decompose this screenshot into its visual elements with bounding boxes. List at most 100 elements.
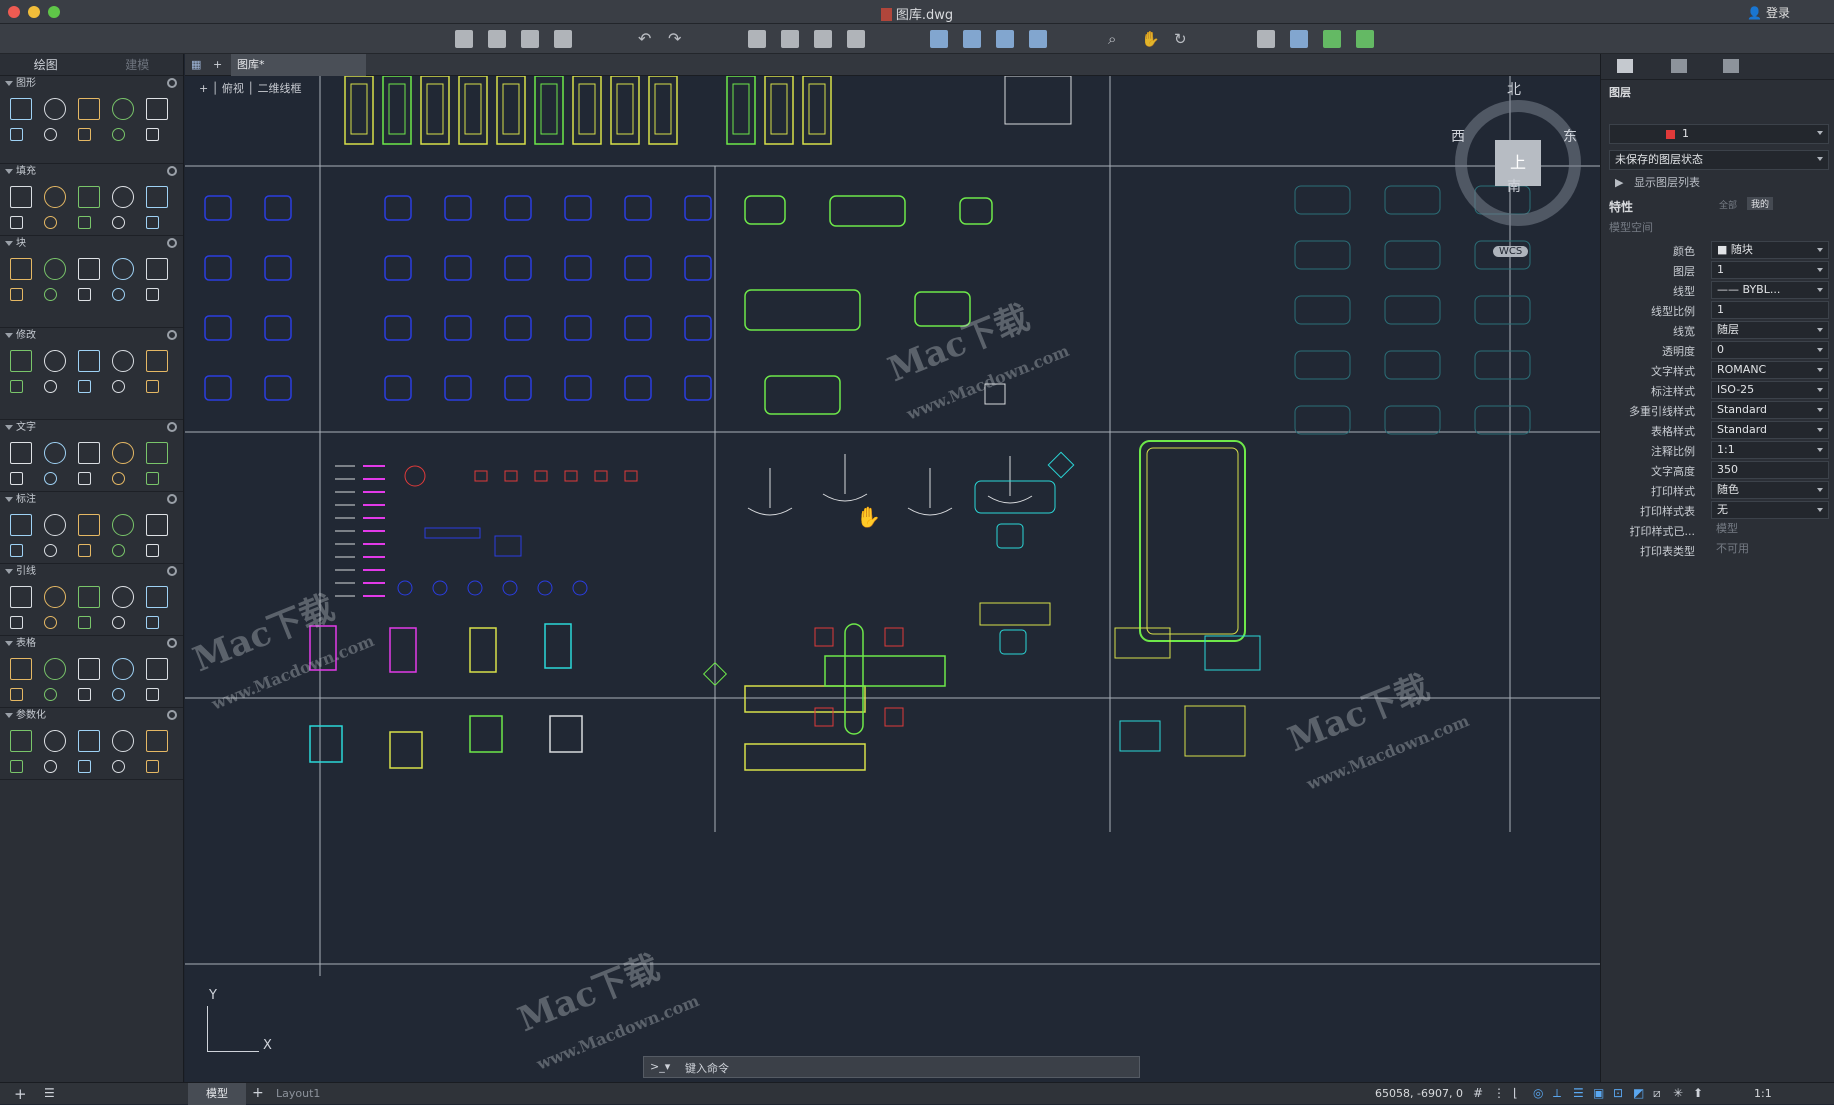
tool-icon[interactable]	[78, 544, 91, 557]
attach-icon[interactable]	[1029, 30, 1047, 48]
status-toggle-icon[interactable]: ⋮	[1493, 1086, 1505, 1100]
section-header[interactable]: 参数化	[0, 708, 183, 724]
pan-icon[interactable]: ✋	[1141, 30, 1160, 48]
table-tab-icon[interactable]	[1723, 59, 1739, 73]
tool-icon[interactable]	[10, 616, 23, 629]
gear-icon[interactable]	[167, 78, 177, 88]
tab-model[interactable]: 模型	[188, 1083, 246, 1105]
tool-icon[interactable]	[10, 586, 32, 608]
grid-view-icon[interactable]: ▦	[191, 54, 201, 76]
viewcube-west[interactable]: 西	[1451, 126, 1465, 146]
section-header[interactable]: 修改	[0, 328, 183, 344]
prop-tab-mine[interactable]: 我的	[1747, 197, 1774, 210]
status-toggle-icon[interactable]: ◩	[1633, 1086, 1644, 1100]
tool-icon[interactable]	[78, 128, 91, 141]
tool-icon[interactable]	[44, 380, 57, 393]
import-icon[interactable]	[930, 30, 948, 48]
model-space-select[interactable]: 模型空间	[1609, 218, 1829, 238]
property-value[interactable]: ■ 随块	[1711, 241, 1829, 259]
tool-icon[interactable]	[146, 216, 159, 229]
tool-icon[interactable]	[10, 514, 32, 536]
tab-layout1[interactable]: Layout1	[276, 1087, 320, 1100]
tool-icon[interactable]	[146, 616, 159, 629]
tool-icon[interactable]	[112, 688, 125, 701]
annotation-scale[interactable]: 1:1	[1754, 1087, 1772, 1100]
xref-icon[interactable]	[996, 30, 1014, 48]
command-input[interactable]: 键入命令	[685, 1060, 729, 1076]
gear-icon[interactable]	[167, 330, 177, 340]
status-toggle-icon[interactable]: ⟂	[1553, 1086, 1561, 1101]
tool-icon[interactable]	[44, 128, 57, 141]
tool-icon[interactable]	[112, 586, 134, 608]
status-toggle-icon[interactable]: ⌊	[1513, 1086, 1518, 1100]
open-file-icon[interactable]	[488, 30, 506, 48]
export-icon[interactable]	[963, 30, 981, 48]
status-toggle-icon[interactable]: ☰	[1573, 1086, 1584, 1100]
network-icon[interactable]	[1356, 30, 1374, 48]
tool-icon[interactable]	[146, 442, 168, 464]
viewport-controls[interactable]: + │ 俯视 │ 二维线框	[199, 80, 301, 96]
property-value[interactable]: 无	[1711, 501, 1829, 519]
tool-icon[interactable]	[146, 760, 159, 773]
property-value[interactable]: 随色	[1711, 481, 1829, 499]
tool-icon[interactable]	[146, 472, 159, 485]
tool-icon[interactable]	[44, 442, 66, 464]
block-tab-icon[interactable]	[1671, 59, 1687, 73]
tool-icon[interactable]	[10, 98, 32, 120]
status-toggle-icon[interactable]: ⬆	[1693, 1086, 1703, 1100]
drawing-canvas[interactable]: ✋ + │ 俯视 │ 二维线框 上 北 南 西 东 WCS Y X	[185, 76, 1600, 1082]
tool-icon[interactable]	[146, 186, 168, 208]
tool-icon[interactable]	[78, 514, 100, 536]
tool-icon[interactable]	[146, 544, 159, 557]
layout-list-icon[interactable]: ☰	[44, 1086, 55, 1100]
layers-tab-icon[interactable]	[1617, 59, 1633, 73]
tool-icon[interactable]	[44, 544, 57, 557]
tool-icon[interactable]	[10, 128, 23, 141]
tool-icon[interactable]	[44, 688, 57, 701]
property-value[interactable]: ROMANC	[1711, 361, 1829, 379]
property-value[interactable]: ISO-25	[1711, 381, 1829, 399]
property-value[interactable]: Standard	[1711, 421, 1829, 439]
batch-plot-icon[interactable]	[781, 30, 799, 48]
tool-icon[interactable]	[44, 586, 66, 608]
tool-icon[interactable]	[10, 544, 23, 557]
tool-icon[interactable]	[78, 616, 91, 629]
tool-icon[interactable]	[146, 658, 168, 680]
tool-icon[interactable]	[78, 288, 91, 301]
layer-state-dropdown[interactable]: 未保存的图层状态	[1609, 150, 1829, 170]
tool-icon[interactable]	[146, 258, 168, 280]
viewcube-north[interactable]: 北	[1507, 79, 1521, 99]
status-toggle-icon[interactable]: ◎	[1533, 1086, 1543, 1100]
tool-icon[interactable]	[78, 472, 91, 485]
property-value[interactable]: Standard	[1711, 401, 1829, 419]
tool-icon[interactable]	[10, 730, 32, 752]
tool-icon[interactable]	[146, 730, 168, 752]
section-header[interactable]: 填充	[0, 164, 183, 180]
status-toggle-icon[interactable]: #	[1473, 1086, 1483, 1100]
tool-icon[interactable]	[112, 380, 125, 393]
tool-icon[interactable]	[44, 186, 66, 208]
tool-icon[interactable]	[146, 128, 159, 141]
tool-icon[interactable]	[10, 216, 23, 229]
tool-icon[interactable]	[10, 288, 23, 301]
tab-modeling[interactable]: 建模	[92, 54, 184, 75]
status-toggle-icon[interactable]: ⊡	[1613, 1086, 1623, 1100]
add-layout-icon[interactable]: +	[14, 1085, 27, 1103]
tool-icon[interactable]	[146, 514, 168, 536]
tool-icon[interactable]	[10, 760, 23, 773]
tool-icon[interactable]	[10, 258, 32, 280]
command-prompt-icon[interactable]: >_▾	[650, 1060, 670, 1073]
tool-icon[interactable]	[112, 258, 134, 280]
prop-tab-all[interactable]: 全部	[1719, 198, 1737, 211]
gear-icon[interactable]	[167, 566, 177, 576]
add-tab-icon[interactable]: +	[252, 1085, 264, 1101]
tool-icon[interactable]	[112, 216, 125, 229]
tool-icon[interactable]	[78, 730, 100, 752]
section-header[interactable]: 表格	[0, 636, 183, 652]
tool-icon[interactable]	[10, 442, 32, 464]
tool-icon[interactable]	[44, 98, 66, 120]
gear-icon[interactable]	[167, 710, 177, 720]
current-layer-dropdown[interactable]: 1	[1609, 124, 1829, 144]
tool-icon[interactable]	[112, 98, 134, 120]
tool-icon[interactable]	[44, 514, 66, 536]
